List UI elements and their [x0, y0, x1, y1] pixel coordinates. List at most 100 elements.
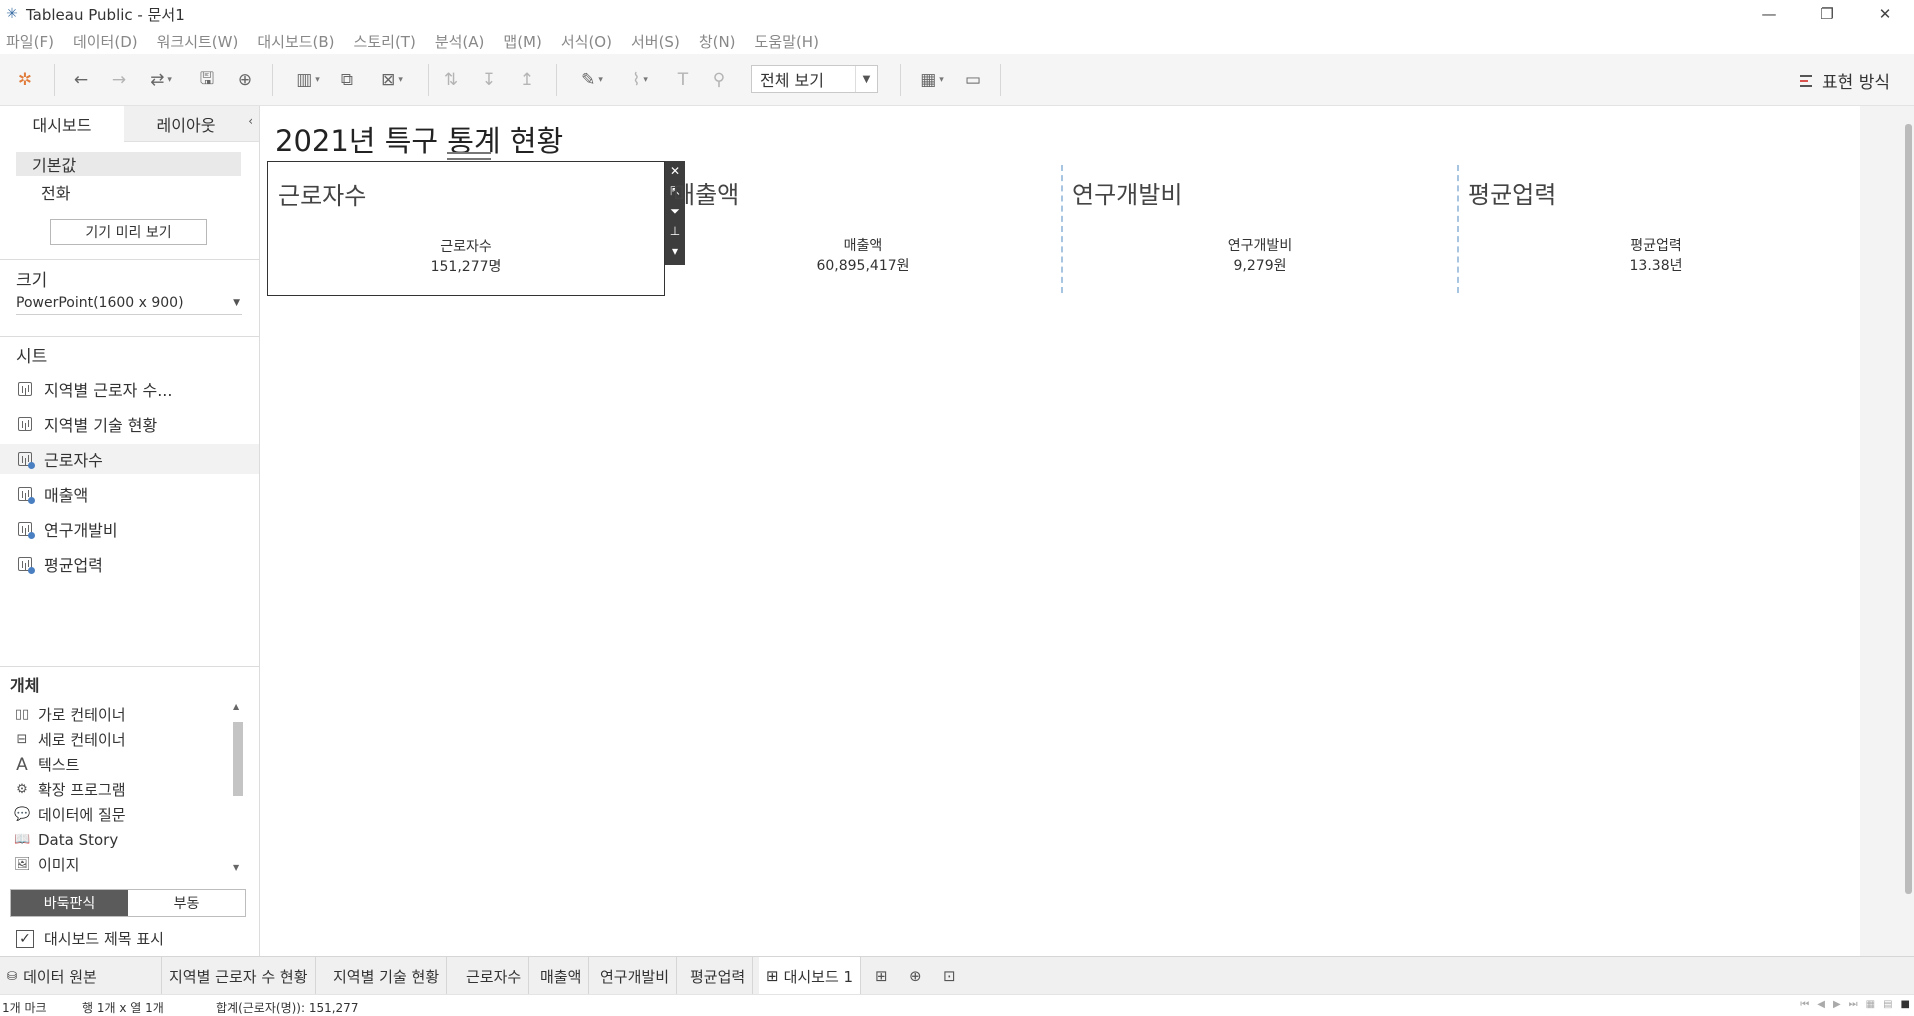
menu-window[interactable]: 창(N)	[699, 31, 736, 52]
object-text[interactable]: A 텍스트	[14, 752, 79, 777]
tab-sheet[interactable]: 지역별 근로자 수 현황	[162, 957, 316, 995]
collapse-panel-icon[interactable]: ‹	[248, 114, 253, 128]
sheet-item[interactable]: 지역별 기술 현황	[0, 409, 259, 439]
object-extension[interactable]: ⚙ 확장 프로그램	[14, 777, 125, 802]
kpi-tile-sales[interactable]: 매출액 매출액 60,895,417원	[665, 161, 1061, 296]
new-worksheet-tab-icon[interactable]: ⊞	[868, 957, 895, 995]
object-image[interactable]: 🖼 이미지	[14, 852, 79, 872]
replace-data-source-icon[interactable]: ⇄ ▾	[144, 66, 178, 94]
swap-rows-columns-icon[interactable]: ⇅	[440, 66, 462, 94]
presentation-mode-icon[interactable]: ▭	[962, 66, 984, 94]
sheets-heading: 시트	[16, 347, 48, 367]
toolbar: ✲ ← → ⇄ ▾ 🖫 ⊕ ▥ ▾ ⧉ ⊠ ▾ ⇅ ↧ ↥ ✎ ▾ ⌇ ▾ T ⚲ ▦ ▾ …	[0, 54, 1914, 106]
worksheet-in-use-icon	[18, 487, 35, 504]
tab-sheet[interactable]: 매출액	[533, 957, 590, 995]
menu-analysis[interactable]: 분석(A)	[435, 31, 485, 52]
redo-icon[interactable]: →	[108, 66, 130, 94]
menu-worksheet[interactable]: 워크시트(W)	[157, 31, 239, 52]
menu-server[interactable]: 서버(S)	[631, 31, 680, 52]
first-sheet-icon[interactable]: ⏮	[1800, 999, 1809, 1010]
sheet-item[interactable]: 근로자수	[0, 444, 259, 474]
menu-map[interactable]: 맵(M)	[503, 31, 541, 52]
tab-layout[interactable]: 레이아웃	[124, 106, 248, 142]
menu-dashboard[interactable]: 대시보드(B)	[257, 31, 334, 52]
last-sheet-icon[interactable]: ⏭	[1849, 999, 1858, 1010]
new-worksheet-icon[interactable]: ▥ ▾	[288, 66, 328, 94]
device-phone[interactable]: 전화	[16, 180, 241, 204]
sheet-item[interactable]: 연구개발비	[0, 514, 259, 544]
close-window-button[interactable]: ✕	[1856, 0, 1914, 28]
tab-sheet[interactable]: 근로자수	[459, 957, 530, 995]
floating-button[interactable]: 부동	[128, 890, 245, 916]
tile-value: 13.38년	[1629, 258, 1683, 274]
sheet-item[interactable]: 평균업력	[0, 549, 259, 579]
new-data-source-icon[interactable]: ⊕	[234, 66, 256, 94]
canvas-scrollbar[interactable]	[1905, 124, 1912, 894]
toolbar-separator	[54, 64, 55, 96]
tab-sheet[interactable]: 지역별 기술 현황	[326, 957, 448, 995]
sheet-item-label: 매출액	[44, 486, 89, 505]
show-cards-icon[interactable]: ▦ ▾	[912, 66, 952, 94]
tab-sheet[interactable]: 평균업력	[683, 957, 754, 995]
tableau-logo-icon: ✳	[6, 6, 18, 22]
menu-help[interactable]: 도움말(H)	[755, 31, 819, 52]
device-default[interactable]: 기본값	[16, 152, 241, 176]
menu-format[interactable]: 서식(O)	[561, 31, 612, 52]
new-dashboard-tab-icon[interactable]: ⊕	[902, 957, 929, 995]
show-title-checkbox[interactable]: ✓	[16, 929, 34, 948]
object-vertical-container[interactable]: ⊟ 세로 컨테이너	[14, 727, 126, 752]
tiled-button[interactable]: 바둑판식	[11, 890, 128, 916]
object-ask-data[interactable]: 💬 데이터에 질문	[14, 802, 126, 827]
window-title: Tableau Public - 문서1	[26, 5, 185, 24]
scroll-up-icon[interactable]: ▲	[233, 702, 239, 711]
kpi-tile-workers[interactable]: 근로자수 근로자수 151,277명	[267, 161, 665, 296]
toolbar-separator	[428, 64, 429, 96]
previous-sheet-icon[interactable]: ◀	[1817, 999, 1825, 1010]
minimize-button[interactable]: —	[1740, 0, 1798, 28]
sort-descending-icon[interactable]: ↥	[516, 66, 538, 94]
object-horizontal-container[interactable]: ▯▯ 가로 컨테이너	[14, 702, 126, 727]
size-dropdown[interactable]: PowerPoint(1600 x 900) ▼	[16, 291, 242, 315]
fix-axes-icon[interactable]: ⚲	[708, 66, 730, 94]
menu-bar: 파일(F) 데이터(D) 워크시트(W) 대시보드(B) 스토리(T) 분석(A…	[0, 28, 1914, 54]
sheet-item-label: 지역별 기술 현황	[44, 416, 158, 435]
next-sheet-icon[interactable]: ▶	[1833, 999, 1841, 1010]
group-members-icon[interactable]: ⌇ ▾	[622, 66, 658, 94]
tile-value: 60,895,417원	[816, 258, 910, 274]
clear-sheet-icon[interactable]: ⊠ ▾	[372, 66, 412, 94]
menu-data[interactable]: 데이터(D)	[73, 31, 138, 52]
sheet-item[interactable]: 지역별 근로자 수...	[0, 374, 259, 404]
sort-ascending-icon[interactable]: ↧	[478, 66, 500, 94]
highlight-icon[interactable]: ✎ ▾	[574, 66, 610, 94]
menu-file[interactable]: 파일(F)	[6, 31, 54, 52]
show-me-button[interactable]: 표현 방식	[1800, 68, 1890, 93]
tile-label: 연구개발비	[1227, 238, 1293, 254]
duplicate-sheet-icon[interactable]: ⧉	[336, 66, 358, 94]
scroll-down-icon[interactable]: ▼	[233, 863, 239, 872]
filmstrip-icon[interactable]: ▤	[1883, 999, 1892, 1010]
drag-handle[interactable]	[447, 152, 491, 160]
kpi-tile-rnd[interactable]: 연구개발비 연구개발비 9,279원	[1062, 161, 1458, 296]
tableau-home-icon[interactable]: ✲	[14, 66, 36, 94]
sheet-sorter-icon[interactable]: ▦	[1866, 999, 1875, 1010]
dashboard-title[interactable]: 2021년 특구 통계 현황	[275, 118, 563, 160]
sheet-item[interactable]: 매출액	[0, 479, 259, 509]
menu-story[interactable]: 스토리(T)	[354, 31, 416, 52]
tab-sheet[interactable]: 연구개발비	[593, 957, 678, 995]
tab-data-source[interactable]: ⛁ 데이터 원본	[0, 957, 162, 995]
tab-dashboard-active[interactable]: ⊞ 대시보드 1	[759, 957, 862, 995]
device-preview-button[interactable]: 기기 미리 보기	[50, 219, 207, 245]
object-data-story[interactable]: 📖 Data Story	[14, 827, 118, 852]
tabs-view-icon[interactable]: ■	[1901, 999, 1910, 1010]
show-dashboard-title[interactable]: ✓ 대시보드 제목 표시	[16, 928, 164, 949]
save-icon[interactable]: 🖫	[196, 66, 218, 94]
fit-dropdown[interactable]: 전체 보기 ▼	[751, 65, 878, 93]
tab-dashboard[interactable]: 대시보드	[0, 106, 124, 142]
restore-button[interactable]: ❐	[1798, 0, 1856, 28]
show-mark-labels-icon[interactable]: T	[672, 66, 694, 94]
new-story-tab-icon[interactable]: ⊡	[936, 957, 963, 995]
scroll-thumb[interactable]	[233, 722, 243, 796]
objects-scrollbar[interactable]: ▲ ▼	[231, 702, 245, 872]
kpi-tile-avg-age[interactable]: 평균업력 평균업력 13.38년	[1458, 161, 1854, 296]
undo-icon[interactable]: ←	[70, 66, 92, 94]
